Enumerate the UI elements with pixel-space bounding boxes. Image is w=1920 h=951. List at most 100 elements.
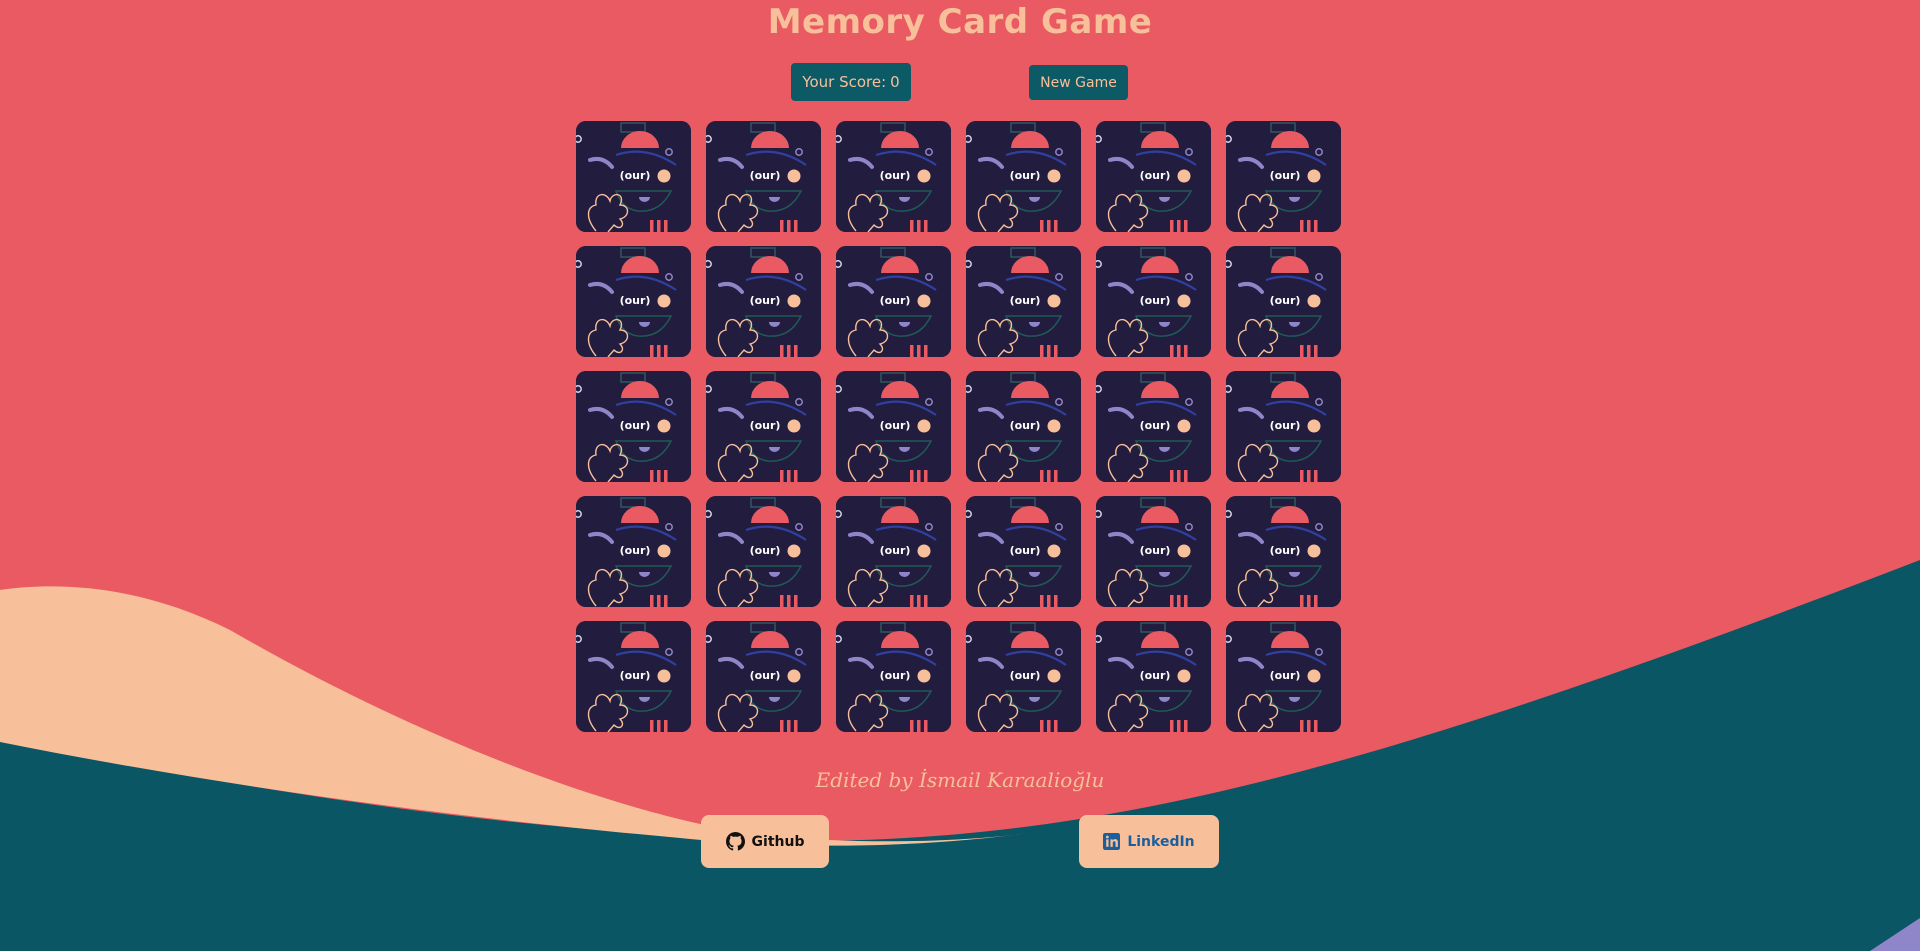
card-back-text: (our): [620, 669, 651, 682]
card-back-text: (our): [620, 419, 651, 432]
card-back-artwork: (our): [576, 246, 691, 357]
card-back-text: (our): [750, 169, 781, 182]
card-back-text: (our): [880, 419, 911, 432]
memory-card[interactable]: (our): [966, 121, 1081, 232]
memory-card[interactable]: (our): [1226, 621, 1341, 732]
card-back-artwork: (our): [966, 371, 1081, 482]
memory-card[interactable]: (our): [1226, 121, 1341, 232]
memory-card[interactable]: (our): [1096, 496, 1211, 607]
card-grid: (our) (our) (our) (our) (our) (our) (our) (our)…: [576, 121, 1341, 732]
card-back-text: (our): [1140, 419, 1171, 432]
card-back-artwork: (our): [836, 371, 951, 482]
memory-card[interactable]: (our): [966, 621, 1081, 732]
card-back-artwork: (our): [1096, 246, 1211, 357]
card-back-text: (our): [1140, 544, 1171, 557]
card-back-text: (our): [1270, 544, 1301, 557]
score-value: 0: [890, 73, 900, 91]
card-back-text: (our): [880, 544, 911, 557]
card-back-artwork: (our): [836, 621, 951, 732]
card-back-artwork: (our): [966, 121, 1081, 232]
memory-card[interactable]: (our): [836, 371, 951, 482]
github-label: Github: [751, 833, 805, 850]
card-back-artwork: (our): [1096, 621, 1211, 732]
memory-card[interactable]: (our): [836, 496, 951, 607]
card-back-text: (our): [620, 169, 651, 182]
memory-card[interactable]: (our): [966, 246, 1081, 357]
memory-card[interactable]: (our): [706, 246, 821, 357]
memory-card[interactable]: (our): [836, 621, 951, 732]
linkedin-label: LinkedIn: [1127, 833, 1195, 850]
card-back-artwork: (our): [966, 496, 1081, 607]
memory-card[interactable]: (our): [1226, 496, 1341, 607]
card-back-artwork: (our): [1226, 121, 1341, 232]
memory-card[interactable]: (our): [576, 371, 691, 482]
card-back-text: (our): [750, 669, 781, 682]
card-back-text: (our): [1010, 669, 1041, 682]
card-back-text: (our): [1270, 669, 1301, 682]
linkedin-button[interactable]: LinkedIn: [1079, 815, 1219, 868]
card-back-artwork: (our): [1096, 371, 1211, 482]
memory-card[interactable]: (our): [836, 121, 951, 232]
card-back-artwork: (our): [836, 496, 951, 607]
card-back-text: (our): [750, 294, 781, 307]
card-back-artwork: (our): [966, 246, 1081, 357]
memory-card[interactable]: (our): [1096, 621, 1211, 732]
linkedin-icon: [1103, 833, 1121, 850]
card-back-artwork: (our): [576, 496, 691, 607]
card-back-artwork: (our): [966, 621, 1081, 732]
memory-card[interactable]: (our): [706, 121, 821, 232]
card-back-artwork: (our): [1096, 496, 1211, 607]
card-back-text: (our): [1010, 169, 1041, 182]
card-back-artwork: (our): [576, 121, 691, 232]
card-back-artwork: (our): [1226, 246, 1341, 357]
memory-card[interactable]: (our): [576, 121, 691, 232]
memory-card[interactable]: (our): [706, 496, 821, 607]
card-back-text: (our): [1270, 169, 1301, 182]
page-title: Memory Card Game: [767, 2, 1153, 42]
card-back-artwork: (our): [1096, 121, 1211, 232]
credit-text: Edited by İsmail Karaalioğlu: [815, 768, 1105, 792]
card-back-text: (our): [1140, 169, 1171, 182]
card-back-artwork: (our): [836, 246, 951, 357]
card-back-text: (our): [1010, 544, 1041, 557]
memory-card[interactable]: (our): [1096, 371, 1211, 482]
card-back-artwork: (our): [576, 621, 691, 732]
card-back-text: (our): [1010, 294, 1041, 307]
score-label: Your Score:: [802, 73, 887, 91]
memory-card[interactable]: (our): [706, 371, 821, 482]
card-back-artwork: (our): [706, 621, 821, 732]
memory-card[interactable]: (our): [966, 496, 1081, 607]
card-back-text: (our): [1140, 669, 1171, 682]
memory-card[interactable]: (our): [576, 246, 691, 357]
card-back-text: (our): [1270, 294, 1301, 307]
card-back-text: (our): [620, 544, 651, 557]
card-back-text: (our): [880, 669, 911, 682]
card-back-text: (our): [1010, 419, 1041, 432]
memory-card[interactable]: (our): [1226, 246, 1341, 357]
memory-card[interactable]: (our): [836, 246, 951, 357]
memory-card[interactable]: (our): [706, 621, 821, 732]
memory-card[interactable]: (our): [576, 621, 691, 732]
score-display: Your Score: 0: [791, 63, 911, 101]
memory-card[interactable]: (our): [1226, 371, 1341, 482]
github-icon: [725, 832, 745, 851]
card-back-artwork: (our): [706, 496, 821, 607]
card-back-artwork: (our): [576, 371, 691, 482]
card-back-artwork: (our): [706, 246, 821, 357]
card-back-artwork: (our): [1226, 496, 1341, 607]
card-back-artwork: (our): [836, 121, 951, 232]
memory-card[interactable]: (our): [1096, 246, 1211, 357]
memory-card[interactable]: (our): [576, 496, 691, 607]
card-back-text: (our): [1270, 419, 1301, 432]
card-back-text: (our): [1140, 294, 1171, 307]
memory-card[interactable]: (our): [1096, 121, 1211, 232]
memory-card[interactable]: (our): [966, 371, 1081, 482]
card-back-text: (our): [880, 169, 911, 182]
new-game-button[interactable]: New Game: [1029, 65, 1128, 100]
card-back-text: (our): [750, 419, 781, 432]
card-back-text: (our): [620, 294, 651, 307]
card-back-artwork: (our): [1226, 371, 1341, 482]
github-button[interactable]: Github: [701, 815, 829, 868]
card-back-artwork: (our): [706, 371, 821, 482]
card-back-artwork: (our): [1226, 621, 1341, 732]
